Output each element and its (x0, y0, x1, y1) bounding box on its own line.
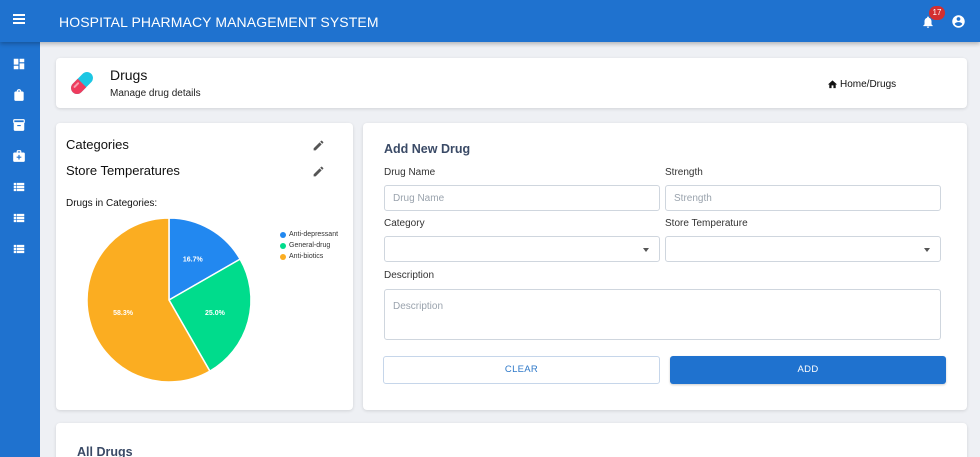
clear-button[interactable]: CLEAR (383, 356, 660, 384)
pie-data-label: 25.0% (205, 310, 226, 317)
strength-label: Strength (665, 167, 703, 178)
page-title: Drugs (110, 67, 148, 83)
chart-legend: Anti-depressant General-drug Anti-biotics (280, 229, 338, 262)
all-drugs-card: All Drugs (56, 423, 967, 457)
legend-item[interactable]: Anti-biotics (280, 251, 338, 262)
archive-icon[interactable] (12, 118, 26, 132)
legend-label: General-drug (289, 242, 331, 249)
chevron-down-icon (643, 248, 649, 252)
form-title: Add New Drug (384, 142, 471, 156)
legend-swatch (280, 231, 286, 238)
legend-swatch (280, 242, 286, 249)
list-icon[interactable] (12, 180, 26, 194)
app-title: HOSPITAL PHARMACY MANAGEMENT SYSTEM (59, 14, 379, 30)
breadcrumb-text: Home/Drugs (840, 79, 897, 90)
all-drugs-title: All Drugs (77, 445, 133, 457)
page-header: Drugs Manage drug details Home/Drugs (56, 58, 967, 108)
notification-badge: 17 (929, 6, 945, 20)
drug-name-input[interactable] (384, 185, 660, 211)
breadcrumb[interactable]: Home/Drugs (827, 79, 896, 90)
pie-data-label: 58.3% (113, 310, 134, 317)
shopping-bag-icon[interactable] (12, 88, 26, 102)
menu-icon[interactable] (13, 14, 25, 24)
legend-item[interactable]: Anti-depressant (280, 229, 338, 240)
pie-chart: 16.7% 25.0% 58.3% (86, 217, 252, 383)
legend-label: Anti-depressant (289, 231, 339, 238)
list-icon[interactable] (12, 242, 26, 256)
account-icon[interactable] (951, 14, 966, 29)
store-temperature-label: Store Temperature (665, 218, 748, 229)
legend-label: Anti-biotics (289, 253, 324, 260)
medical-bag-icon[interactable] (12, 149, 26, 163)
home-icon (827, 80, 838, 89)
sidebar (0, 42, 40, 457)
dashboard-icon[interactable] (12, 57, 26, 71)
description-input[interactable] (384, 289, 941, 340)
list-icon[interactable] (12, 211, 26, 225)
add-drug-form: Add New Drug Drug Name Strength Category… (363, 123, 967, 410)
legend-item[interactable]: General-drug (280, 240, 338, 251)
legend-swatch (280, 253, 286, 260)
store-temperature-select[interactable] (665, 236, 941, 262)
strength-input[interactable] (665, 185, 941, 211)
top-app-bar: HOSPITAL PHARMACY MANAGEMENT SYSTEM 17 (0, 0, 980, 42)
drug-name-label: Drug Name (384, 167, 436, 178)
description-label: Description (384, 270, 435, 281)
pie-data-label: 16.7% (183, 256, 204, 263)
chevron-down-icon (924, 248, 930, 252)
pill-icon (71, 72, 93, 94)
page-subtitle: Manage drug details (110, 88, 201, 99)
category-label: Category (384, 218, 425, 229)
add-button[interactable]: ADD (670, 356, 946, 384)
category-select[interactable] (384, 236, 660, 262)
categories-card: Categories Store Temperatures Drugs in C… (56, 123, 353, 410)
